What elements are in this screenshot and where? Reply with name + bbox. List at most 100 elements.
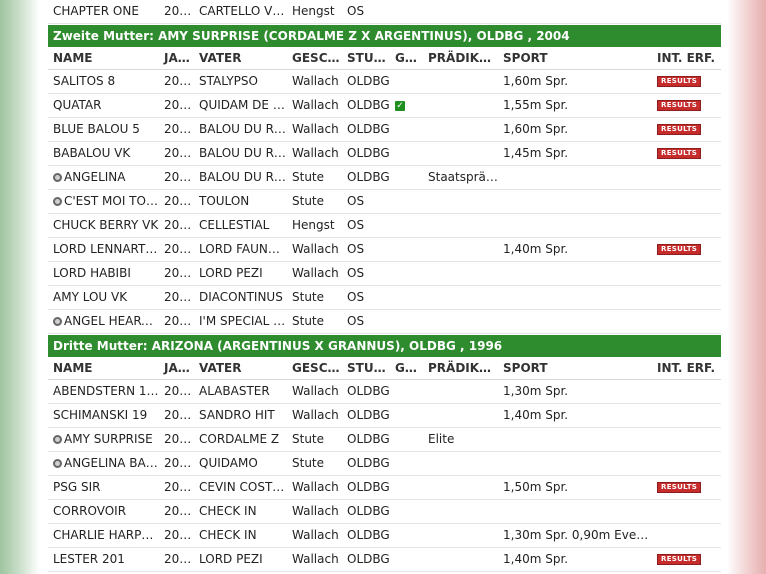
- sire-link[interactable]: QUIDAMO: [194, 451, 287, 476]
- sport-level: [498, 213, 652, 238]
- horse-name-link[interactable]: SCHIMANSKI 19: [53, 408, 147, 422]
- horse-name-cell[interactable]: CHUCK BERRY VK: [48, 213, 159, 238]
- column-header-gek: GEK.: [390, 357, 423, 380]
- horse-name-cell[interactable]: ANGELINA BABY: [48, 451, 159, 476]
- horse-name-link[interactable]: QUATAR: [53, 98, 101, 112]
- horse-name-cell[interactable]: BABALOU VK: [48, 141, 159, 166]
- horse-name-link[interactable]: CHUCK BERRY VK: [53, 218, 158, 232]
- sire-link[interactable]: LORD PEZI: [194, 547, 287, 572]
- horse-name-link[interactable]: ANGELINA: [64, 170, 125, 184]
- table-row: C'EST MOI TOU... 2016 TOULON Stute OS: [48, 189, 721, 214]
- birth-year: 2021: [159, 285, 194, 310]
- results-badge[interactable]: RESULTS: [657, 148, 702, 159]
- sire-link[interactable]: CEVIN COSTNER: [194, 475, 287, 500]
- studbook: OLDBG: [342, 93, 390, 118]
- horse-name-cell[interactable]: PSG SIR: [48, 475, 159, 500]
- deceased-icon: [53, 459, 62, 468]
- sire-link[interactable]: LORD PEZI: [194, 261, 287, 286]
- table-row: ANGELINA 2014 BALOU DU RO... Stute OLDBG Staa…: [48, 165, 721, 190]
- sire-link[interactable]: CORDALME Z: [194, 427, 287, 452]
- horse-name-link[interactable]: ANGEL HEART VK: [64, 314, 159, 328]
- int-erf-cell: [652, 499, 721, 524]
- column-header-sport: SPORT: [498, 357, 652, 380]
- sex: Stute: [287, 165, 342, 190]
- horse-name-link[interactable]: ANGELINA BABY: [64, 456, 159, 470]
- horse-name-cell[interactable]: LORD HABIBI: [48, 261, 159, 286]
- int-erf-cell: [652, 523, 721, 548]
- horse-name-cell[interactable]: ANGEL HEART VK: [48, 309, 159, 334]
- horse-name-link[interactable]: C'EST MOI TOU...: [64, 194, 159, 208]
- column-header-gek: GEK.: [390, 47, 423, 70]
- column-header-jahr: JAHR: [159, 357, 194, 380]
- horse-name-cell[interactable]: LORD LENNART VK: [48, 237, 159, 262]
- sire-link[interactable]: CHECK IN: [194, 523, 287, 548]
- horse-name-cell[interactable]: ABENDSTERN 110: [48, 379, 159, 404]
- horse-name-link[interactable]: AMY LOU VK: [53, 290, 127, 304]
- results-badge[interactable]: RESULTS: [657, 554, 702, 565]
- horse-name-link[interactable]: AMY SURPRISE: [64, 432, 153, 446]
- sex: Wallach: [287, 93, 342, 118]
- int-erf-cell: RESULTS: [652, 141, 721, 166]
- int-erf-cell: [652, 379, 721, 404]
- results-badge[interactable]: RESULTS: [657, 482, 702, 493]
- sire-link[interactable]: CELLESTIAL: [194, 213, 287, 238]
- sire-link[interactable]: LORD FAUNTL...: [194, 237, 287, 262]
- results-badge[interactable]: RESULTS: [657, 244, 702, 255]
- gekoert-cell: [390, 0, 423, 24]
- horse-name-link[interactable]: ABENDSTERN 110: [53, 384, 159, 398]
- horse-name-cell[interactable]: BLUE BALOU 5: [48, 117, 159, 142]
- sire-link[interactable]: CHECK IN: [194, 499, 287, 524]
- sire-link[interactable]: I'M SPECIAL DE...: [194, 309, 287, 334]
- table-row: ABENDSTERN 110 2001 ALABASTER Wallach OLDBG 1…: [48, 379, 721, 404]
- sire-link[interactable]: BALOU DU RO...: [194, 117, 287, 142]
- table-row: SALITOS 8 2008 STALYPSO Wallach OLDBG 1,60m S…: [48, 69, 721, 94]
- horse-name-link[interactable]: BLUE BALOU 5: [53, 122, 140, 136]
- sire-link[interactable]: TOULON: [194, 189, 287, 214]
- horse-name-cell[interactable]: CHARLIE HARPER 3: [48, 523, 159, 548]
- sex: Wallach: [287, 69, 342, 94]
- sex: Wallach: [287, 547, 342, 572]
- horse-name-cell[interactable]: SCHIMANSKI 19: [48, 403, 159, 428]
- horse-name-cell[interactable]: AMY LOU VK: [48, 285, 159, 310]
- horse-name-cell[interactable]: C'EST MOI TOU...: [48, 189, 159, 214]
- horse-name-link[interactable]: LESTER 201: [53, 552, 125, 566]
- horse-name-cell[interactable]: AMY SURPRISE: [48, 427, 159, 452]
- horse-name-link[interactable]: CORROVOIR: [53, 504, 126, 518]
- horse-name-link[interactable]: CHARLIE HARPER 3: [53, 528, 159, 542]
- results-badge[interactable]: RESULTS: [657, 100, 702, 111]
- int-erf-cell: [652, 309, 721, 334]
- sire-link[interactable]: DIACONTINUS: [194, 285, 287, 310]
- horse-name-link[interactable]: LORD HABIBI: [53, 266, 131, 280]
- studbook: OLDBG: [342, 523, 390, 548]
- sport-level: [498, 451, 652, 476]
- horse-name-link[interactable]: LORD LENNART VK: [53, 242, 159, 256]
- sire-link[interactable]: BALOU DU RO...: [194, 141, 287, 166]
- column-header-vater: VATER: [194, 47, 287, 70]
- sire-link[interactable]: QUIDAM DE RE...: [194, 93, 287, 118]
- sire-link[interactable]: ALABASTER: [194, 379, 287, 404]
- mother-header: Dritte Mutter: ARIZONA (ARGENTINUS X GRA…: [48, 335, 721, 357]
- results-badge[interactable]: RESULTS: [657, 124, 702, 135]
- studbook: OLDBG: [342, 499, 390, 524]
- table-row: CHARLIE HARPER 3 2010 CHECK IN Wallach OLDBG…: [48, 523, 721, 548]
- horse-name-cell[interactable]: CORROVOIR: [48, 499, 159, 524]
- sport-level: 1,40m Spr.: [498, 547, 652, 572]
- horse-name-link[interactable]: SALITOS 8: [53, 74, 115, 88]
- sire-link[interactable]: SANDRO HIT: [194, 403, 287, 428]
- sire-link[interactable]: CARTELLO VDL: [194, 0, 287, 24]
- horse-name-cell[interactable]: QUATAR: [48, 93, 159, 118]
- horse-name-link[interactable]: PSG SIR: [53, 480, 100, 494]
- gekoert-cell: [390, 165, 423, 190]
- sport-level: [498, 165, 652, 190]
- horse-name-cell[interactable]: LESTER 201: [48, 547, 159, 572]
- sire-link[interactable]: BALOU DU RO...: [194, 165, 287, 190]
- column-header-row: NAMEJAHRVATERGESCHL.STUDB.GEK.PRÄDIKATES…: [48, 357, 721, 380]
- horse-name-link[interactable]: BABALOU VK: [53, 146, 130, 160]
- sex: Wallach: [287, 261, 342, 286]
- results-badge[interactable]: RESULTS: [657, 76, 702, 87]
- horse-name-link[interactable]: CHAPTER ONE: [48, 0, 159, 24]
- sire-link[interactable]: STALYPSO: [194, 69, 287, 94]
- horse-name-cell[interactable]: ANGELINA: [48, 165, 159, 190]
- horse-name-cell[interactable]: SALITOS 8: [48, 69, 159, 94]
- studbook: OLDBG: [342, 69, 390, 94]
